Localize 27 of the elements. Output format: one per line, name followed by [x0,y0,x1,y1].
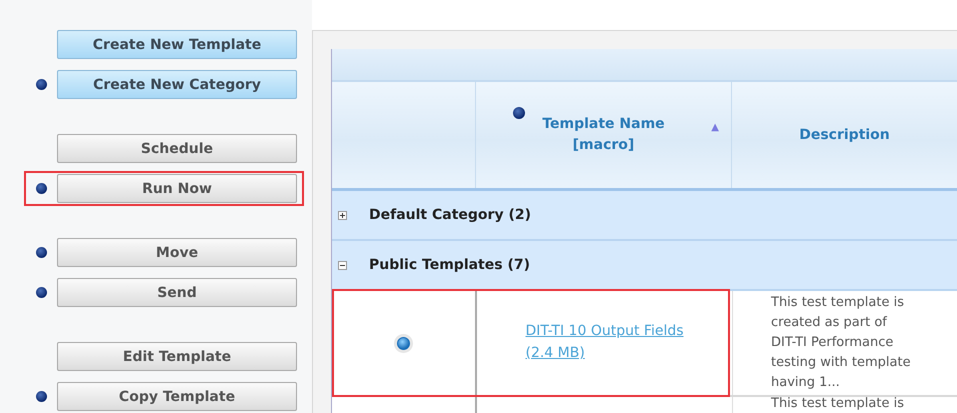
action-button[interactable]: Edit Template [57,342,297,371]
info-icon[interactable] [36,183,47,194]
expand-icon[interactable] [338,210,347,220]
description-text: having 1... [771,374,840,392]
description-text: testing with template [771,354,911,372]
action-button[interactable]: Schedule [57,134,297,163]
group-label[interactable]: Public Templates (7) [369,257,530,273]
action-button[interactable]: Copy Template [57,382,297,411]
collapse-icon[interactable] [338,260,347,270]
info-icon[interactable] [513,107,525,119]
action-button[interactable]: Send [57,278,297,307]
info-icon[interactable] [36,391,47,402]
action-button[interactable]: Create New Template [57,30,297,59]
column-header[interactable]: Description [799,124,890,146]
radio-button[interactable] [397,336,410,350]
column-header[interactable]: Template Name [macro] [542,114,665,156]
description-text: This test template is [771,294,904,312]
info-icon[interactable] [36,247,47,258]
action-button[interactable]: Create New Category [57,70,297,99]
description-text: created as part of [771,314,887,332]
description-text: DIT-TI Performance [771,334,894,352]
group-label[interactable]: Default Category (2) [369,207,531,223]
action-button[interactable]: Move [57,238,297,267]
info-icon[interactable] [36,79,47,90]
action-button[interactable]: Run Now [57,174,297,203]
info-icon[interactable] [36,287,47,298]
description-text: This test template is [771,397,904,411]
